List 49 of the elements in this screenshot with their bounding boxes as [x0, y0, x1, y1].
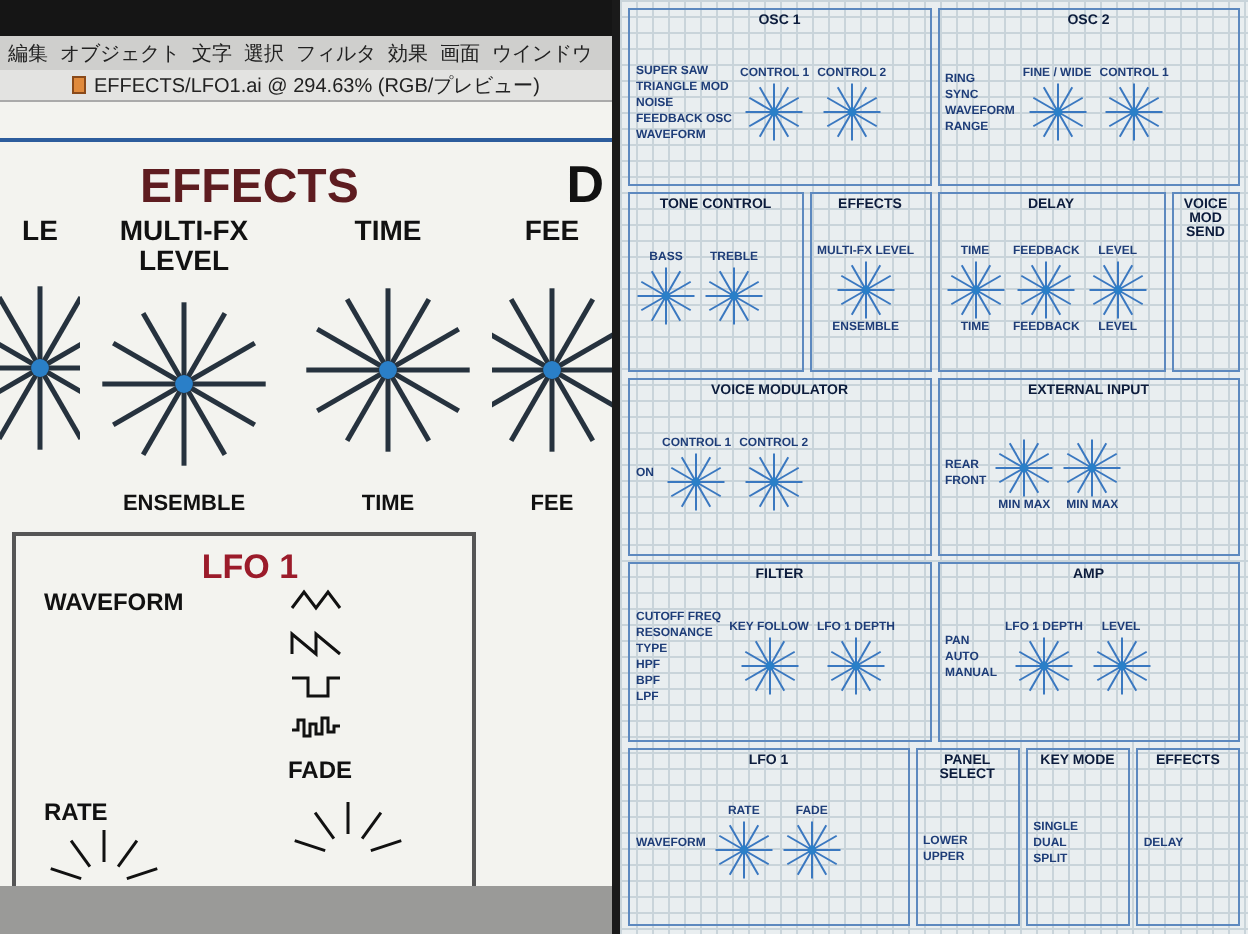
- knob-label: TIME: [361, 492, 415, 516]
- knob-label: LE: [22, 216, 58, 246]
- triangle-wave-icon: [288, 588, 344, 616]
- knob-drawing: [994, 437, 1055, 498]
- control-label: FADE: [288, 756, 355, 784]
- knob-label: FEE: [524, 216, 580, 246]
- menu-item[interactable]: オブジェクト: [60, 39, 180, 67]
- knob-drawing: [739, 635, 799, 696]
- knob-drawing: [821, 81, 882, 142]
- knob-label: ENSEMBLE: [122, 492, 246, 516]
- menu-item[interactable]: 効果: [388, 39, 428, 67]
- knob-drawing: [713, 820, 774, 881]
- menu-item[interactable]: 選択: [244, 39, 284, 67]
- menu-item[interactable]: 編集: [8, 39, 48, 67]
- random-wave-icon: [288, 714, 344, 742]
- sawtooth-wave-icon: [288, 630, 344, 658]
- knob-drawing: [743, 451, 804, 512]
- menu-item[interactable]: 文字: [192, 39, 232, 67]
- panel-title: LFO 1: [201, 548, 299, 588]
- knob-label: FEE: [530, 492, 574, 516]
- menu-item[interactable]: ウインドウ: [492, 39, 592, 67]
- knob-drawing: [666, 451, 727, 512]
- knob-drawing: [835, 259, 896, 320]
- knob-drawing: [1087, 259, 1148, 320]
- knob-drawing: [44, 826, 164, 886]
- document-title: EFFECTS/LFO1.ai @ 294.63% (RGB/プレビュー): [94, 73, 540, 99]
- knob-drawing: [636, 266, 696, 327]
- knob-drawing: [1062, 437, 1123, 498]
- control-label: WAVEFORM: [44, 588, 186, 616]
- knob-label: MULTI-FX LEVEL: [117, 216, 251, 276]
- menu-item[interactable]: 画面: [440, 39, 480, 67]
- square-wave-icon: [288, 672, 344, 700]
- knob-label: TIME: [354, 216, 422, 246]
- menu-item[interactable]: フィルタ: [296, 39, 376, 67]
- knob-drawing: [704, 266, 764, 327]
- section-heading: EFFECTS: [140, 160, 359, 216]
- knob-drawing: [1091, 635, 1152, 696]
- knob-drawing: [1027, 81, 1088, 142]
- knob-drawing: [781, 820, 842, 881]
- knob-drawing: [744, 81, 805, 142]
- knob-drawing: [288, 798, 408, 858]
- control-label: RATE: [44, 798, 110, 826]
- knob-drawing: [1014, 635, 1074, 696]
- section-heading: D: [566, 154, 604, 216]
- knob-drawing: [1016, 259, 1077, 320]
- knob-drawing: [945, 259, 1005, 320]
- document-icon: [72, 76, 86, 94]
- knob-drawing: [825, 635, 886, 696]
- knob-drawing: [1104, 81, 1165, 142]
